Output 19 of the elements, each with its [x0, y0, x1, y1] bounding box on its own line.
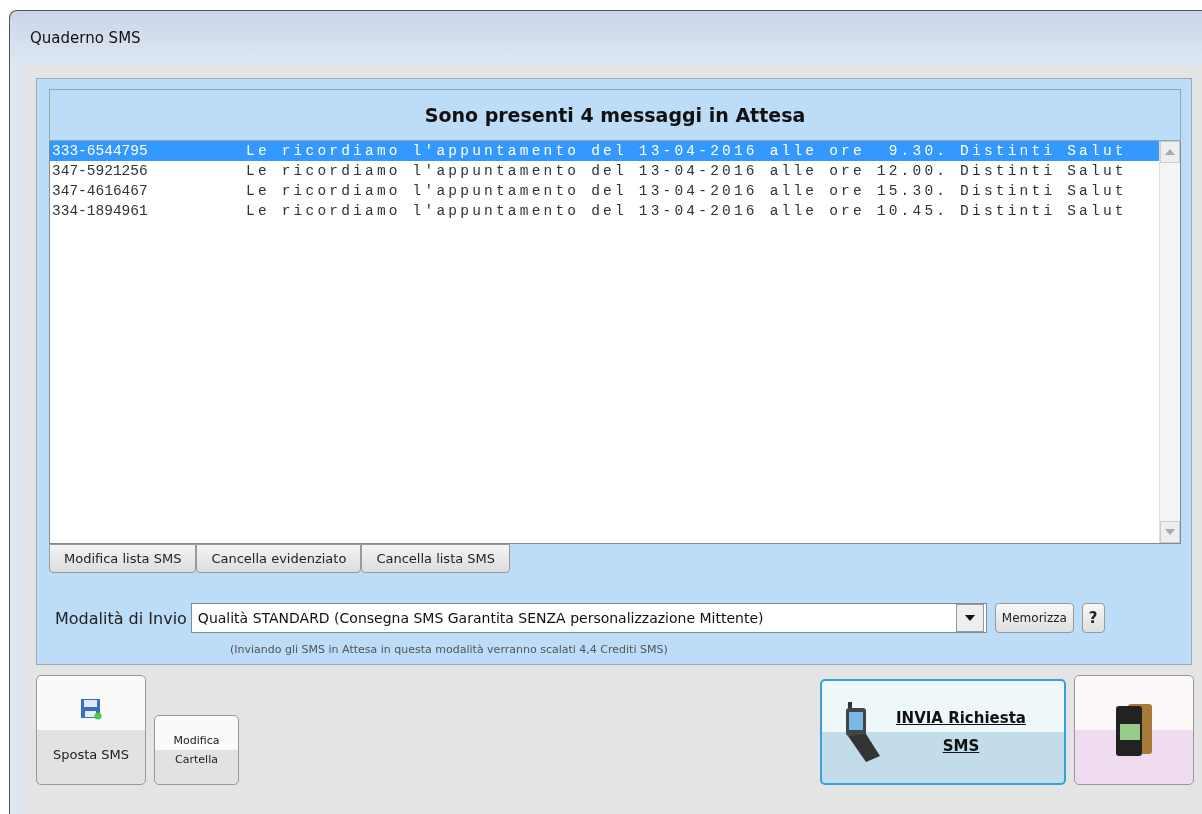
- list-action-button[interactable]: Cancella lista SMS: [361, 544, 511, 573]
- window-title: Quaderno SMS: [30, 29, 141, 47]
- scrollbar[interactable]: [1159, 141, 1180, 543]
- mode-dropdown[interactable]: Qualità STANDARD (Consegna SMS Garantita SENZA personalizzazione Mittente): [190, 603, 987, 633]
- edit-folder-button[interactable]: Modifica Cartella: [154, 715, 239, 785]
- list-header: Sono presenti 4 messaggi in Attesa: [49, 89, 1181, 141]
- credits-note: (Inviando gli SMS in Attesa in questa modalità verranno scalati 4,4 Crediti SMS): [230, 643, 669, 656]
- help-button[interactable]: ?: [1081, 603, 1105, 633]
- move-sms-button[interactable]: Sposta SMS: [36, 675, 146, 785]
- send-request-button[interactable]: INVIA Richiesta SMS: [820, 679, 1066, 785]
- address-book-button[interactable]: [1074, 675, 1194, 785]
- save-button[interactable]: Memorizza: [994, 603, 1074, 633]
- list-action-button[interactable]: Cancella evidenziato: [196, 544, 362, 573]
- scroll-down-icon[interactable]: [1160, 521, 1180, 543]
- scroll-up-icon[interactable]: [1160, 141, 1180, 163]
- mode-label: Modalità di Invio: [55, 608, 187, 628]
- address-book-icon: [1114, 702, 1154, 758]
- dropdown-caret-icon[interactable]: [955, 604, 984, 632]
- list-action-button[interactable]: Modifica lista SMS: [49, 544, 197, 573]
